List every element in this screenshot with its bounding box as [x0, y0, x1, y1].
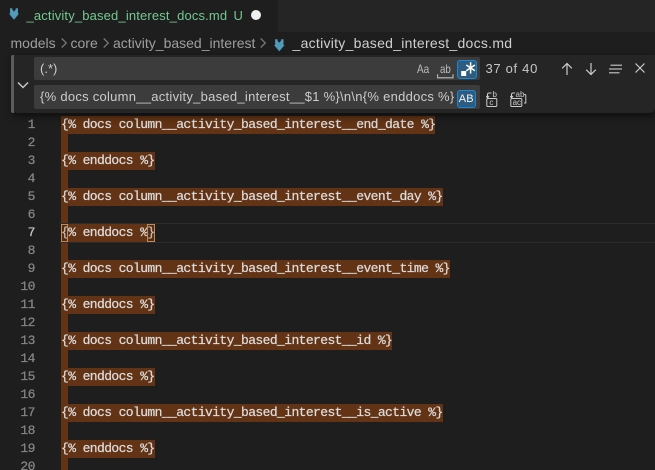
svg-text:c: c	[489, 98, 493, 107]
svg-text:ac: ac	[513, 98, 521, 107]
